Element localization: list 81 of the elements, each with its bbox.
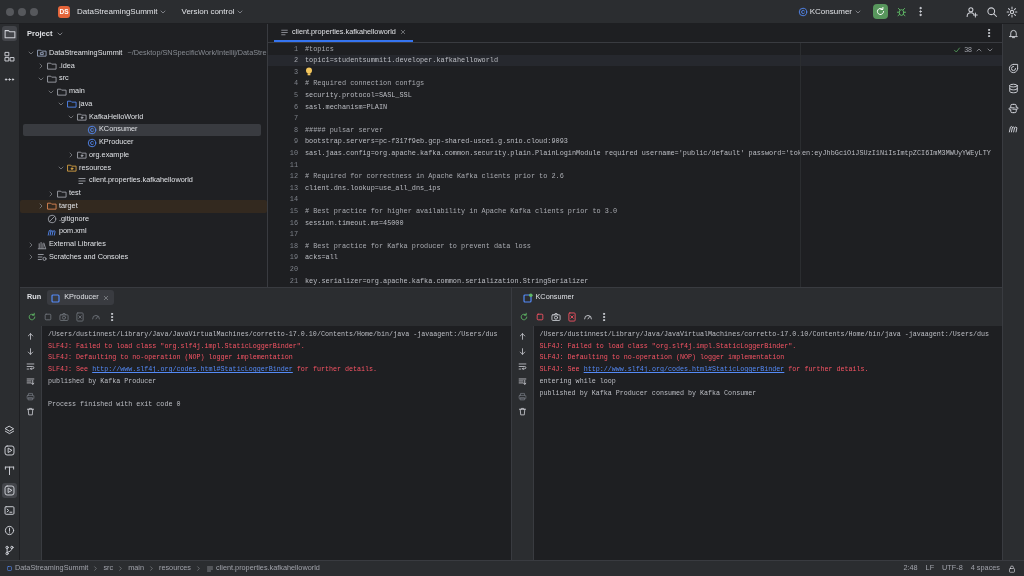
close-icon[interactable] [398,28,407,36]
module-folder-icon [37,48,47,59]
run-tool-button[interactable] [2,483,17,498]
project-menu[interactable]: DataStreamingSummit [74,4,171,19]
module-icon [6,565,13,572]
structure-tool-button[interactable] [2,49,17,64]
lightbulb-icon[interactable] [305,67,313,77]
printer-icon[interactable] [26,392,35,401]
rerun-icon[interactable] [27,311,37,322]
lock-icon[interactable] [1008,564,1016,573]
git-tool-button[interactable] [2,543,17,558]
project-tool-button[interactable] [2,26,17,41]
terminal-tool-button[interactable] [2,503,17,518]
run-tool-button[interactable] [2,443,17,458]
problems-tool-button[interactable] [2,523,17,538]
scroll-to-end-icon[interactable] [26,377,35,386]
chevron-right-icon[interactable] [47,189,55,198]
folder-icon [3,27,16,40]
chevron-right-icon[interactable] [37,62,45,71]
thread-dump-icon[interactable] [75,311,85,322]
notifications-icon[interactable] [1008,28,1019,39]
chevron-right-icon[interactable] [27,253,35,262]
camera-icon[interactable] [550,311,561,322]
package-folder-icon [77,112,87,123]
resource-folder-icon [67,163,77,174]
layers-icon [4,425,15,436]
rerun-icon [875,6,886,17]
branch-icon [4,545,15,556]
down-arrow-icon[interactable] [26,347,35,356]
terminal-icon [4,505,15,516]
bug-icon [896,6,907,17]
soft-wrap-icon[interactable] [517,362,527,371]
warning-icon [4,525,15,536]
chevron-right-icon [147,565,155,572]
chevron-right-icon[interactable] [27,240,35,249]
scroll-to-end-icon[interactable] [517,377,527,386]
build-tool-button[interactable] [2,463,17,478]
rerun-icon[interactable] [518,311,529,322]
soft-wrap-icon[interactable] [26,362,35,371]
ignore-file-icon [47,214,57,225]
add-user-icon[interactable] [966,5,978,18]
folder-icon [57,86,67,97]
package-folder-icon [77,150,87,161]
maven-icon[interactable] [1008,123,1019,134]
folder-icon [47,201,57,212]
close-icon[interactable] [101,293,110,302]
folder-icon [47,73,57,84]
structure-icon [4,51,15,62]
thread-dump-icon[interactable] [566,311,577,322]
database-icon[interactable] [1008,83,1019,94]
class-icon [87,124,97,135]
rerun-button[interactable] [873,4,888,19]
chevron-right-icon [92,565,100,572]
chevron-right-icon [117,565,125,572]
down-arrow-icon[interactable] [517,347,527,356]
printer-icon[interactable] [517,392,527,401]
chevron-right-icon[interactable] [67,151,75,160]
class-icon [797,6,808,17]
chevron-right-icon [195,565,202,572]
scratch-icon [37,252,47,263]
stop-icon[interactable] [534,311,545,322]
up-arrow-icon[interactable] [517,332,527,341]
folder-icon [67,99,77,110]
trash-icon[interactable] [517,407,527,416]
class-icon [87,137,97,148]
settings-icon[interactable] [1006,5,1018,18]
run-icon [4,485,15,496]
hammer-icon [4,465,15,476]
ai-assistant-icon[interactable] [1008,63,1019,74]
up-arrow-icon[interactable] [26,332,35,341]
trash-icon[interactable] [26,407,35,416]
search-icon[interactable] [986,5,998,18]
folder-icon [57,188,67,199]
vcs-menu[interactable]: Version control [178,4,248,19]
debug-button[interactable] [896,6,907,17]
run-configuration-selector[interactable]: KConsumer [794,4,865,19]
folder-icon [47,61,57,72]
play-circle-icon [4,445,15,456]
check-icon [953,46,962,55]
library-icon [37,239,47,250]
chevron-right-icon[interactable] [37,202,45,211]
